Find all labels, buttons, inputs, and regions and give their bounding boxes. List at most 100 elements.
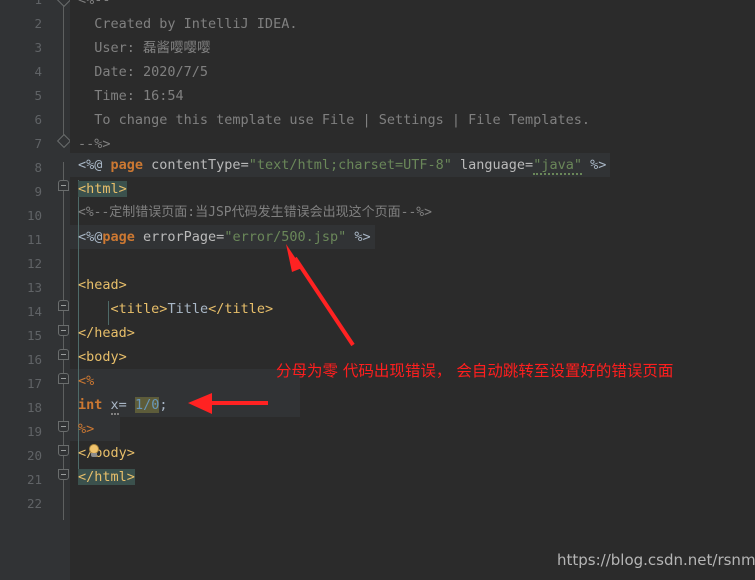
line-number: 20 (26, 448, 42, 463)
code-line-19[interactable]: %> (78, 417, 94, 441)
java-keyword-int: int (78, 397, 103, 413)
attr-value-errorpage: "error/500.jsp" (224, 229, 347, 245)
watermark-url: https://blog.csdn.net/rsnmd (557, 551, 755, 569)
code-line-1[interactable]: <%-- (78, 0, 111, 12)
jsp-keyword-page: page (110, 157, 144, 173)
attr-value-contenttype: "text/html;charset=UTF-8" (248, 157, 452, 173)
fold-marker-line-9[interactable] (58, 180, 69, 191)
code-line-13[interactable]: <head> (78, 273, 127, 297)
code-area[interactable]: <%-- Created by IntelliJ IDEA. User: 磊酱嘤… (70, 0, 755, 580)
line-number: 15 (26, 328, 42, 343)
line-number: 8 (34, 160, 42, 175)
tag-name: html (86, 181, 119, 197)
attr-language: language= (451, 157, 534, 173)
jsp-directive-close: %> (581, 157, 607, 173)
semicolon: ; (159, 397, 168, 413)
line-number: 14 (26, 304, 42, 319)
fold-marker-line-16[interactable] (58, 349, 69, 360)
fold-marker-line-7[interactable] (56, 133, 72, 149)
code-line-16[interactable]: <body> (78, 345, 127, 369)
fold-marker-line-21[interactable] (58, 469, 69, 480)
annotation-note: 分母为零 代码出现错误， 会自动跳转至设置好的错误页面 (276, 362, 674, 380)
tag-bracket: < (78, 181, 87, 197)
code-line-2[interactable]: Created by IntelliJ IDEA. (78, 12, 297, 36)
tag-bracket: > (118, 181, 127, 197)
code-line-9[interactable]: <html> (78, 177, 127, 201)
body-open-tag: <body> (78, 349, 127, 365)
html-open-tag: <html> (78, 181, 127, 197)
fold-marker-column (56, 0, 72, 580)
fold-marker-line-1[interactable] (56, 0, 72, 8)
tag-bracket: < (78, 277, 87, 293)
line-number: 13 (26, 280, 42, 295)
tag-name: title (118, 301, 160, 317)
scriptlet-close: %> (78, 421, 95, 437)
variable-x: x (110, 397, 119, 415)
tag-bracket: < (110, 301, 119, 317)
line-number: 1 (0, 0, 42, 12)
code-line-15[interactable]: </head> (78, 321, 135, 345)
code-line-11[interactable]: <%@page errorPage="error/500.jsp" %> (78, 225, 371, 249)
line-number: 21 (26, 472, 42, 487)
code-line-17[interactable]: <% (78, 369, 94, 393)
comment-token: <%-- (78, 0, 111, 8)
tag-bracket: > (126, 469, 135, 485)
line-number: 9 (34, 184, 42, 199)
code-line-3[interactable]: User: 磊酱嘤嘤嘤 (78, 36, 210, 60)
tag-name: html (94, 469, 127, 485)
code-line-6[interactable]: To change this template use File | Setti… (78, 108, 590, 132)
assign-operator: = (118, 397, 135, 413)
division-expression: 1/0 (134, 397, 160, 413)
jsp-directive-open: <%@ (78, 157, 111, 173)
comment-token: Created by IntelliJ IDEA. (78, 16, 298, 32)
jsp-keyword-page: page (102, 229, 135, 245)
idea-editor-window: 1 2 3 4 5 6 7 8 9 10 11 12 13 14 15 16 1… (0, 0, 755, 580)
line-number: 11 (26, 232, 42, 247)
code-line-5[interactable]: Time: 16:54 (78, 84, 184, 108)
closing-tag: </head> (78, 325, 135, 341)
line-number: 22 (26, 496, 42, 511)
line-number: 2 (34, 16, 42, 31)
tag-bracket: > (118, 277, 127, 293)
html-close-tag: </html> (78, 469, 135, 485)
fold-marker-line-15[interactable] (58, 325, 69, 336)
line-number: 17 (26, 376, 42, 391)
code-line-8[interactable]: <%@ page contentType="text/html;charset=… (78, 153, 606, 177)
code-line-14[interactable]: <title>Title</title> (78, 297, 274, 321)
code-line-21[interactable]: </html> (78, 465, 135, 489)
attr-errorpage: errorPage= (134, 229, 225, 245)
line-number: 6 (34, 112, 42, 127)
line-number: 5 (34, 88, 42, 103)
code-line-4[interactable]: Date: 2020/7/5 (78, 60, 208, 84)
line-number: 12 (26, 256, 42, 271)
fold-marker-line-17[interactable] (58, 373, 69, 384)
fold-marker-line-20[interactable] (58, 445, 69, 456)
comment-token: Time: 16:54 (78, 88, 184, 104)
editor-gutter: 1 2 3 4 5 6 7 8 9 10 11 12 13 14 15 16 1… (0, 0, 72, 580)
jsp-directive-open: <%@ (78, 229, 103, 245)
intention-lightbulb-icon[interactable] (86, 444, 102, 460)
fold-marker-line-19[interactable] (58, 421, 69, 432)
jsp-directive-close: %> (346, 229, 371, 245)
line-number: 7 (34, 136, 42, 151)
scriptlet-open: <% (78, 373, 95, 389)
attr-contenttype: contentType= (143, 157, 249, 173)
tag-bracket: </ (78, 469, 95, 485)
line-background-17 (70, 369, 300, 393)
line-number: 16 (26, 352, 42, 367)
line-number: 10 (26, 208, 42, 223)
code-line-18[interactable]: int x= 1/0; (78, 393, 167, 417)
fold-marker-line-13[interactable] (58, 300, 69, 311)
line-number: 4 (34, 64, 42, 79)
closing-tag: </title> (208, 301, 274, 317)
tag-bracket: > (126, 445, 135, 461)
comment-token: <%--定制错误页面:当JSP代码发生错误会出现这个页面--%> (78, 205, 432, 220)
line-number: 18 (26, 400, 42, 415)
comment-token: Date: 2020/7/5 (78, 64, 209, 80)
comment-token: To change this template use File | Setti… (78, 112, 591, 128)
title-text: Title (167, 301, 209, 317)
comment-token: --%> (78, 136, 111, 152)
code-line-10[interactable]: <%--定制错误页面:当JSP代码发生错误会出现这个页面--%> (78, 201, 432, 225)
